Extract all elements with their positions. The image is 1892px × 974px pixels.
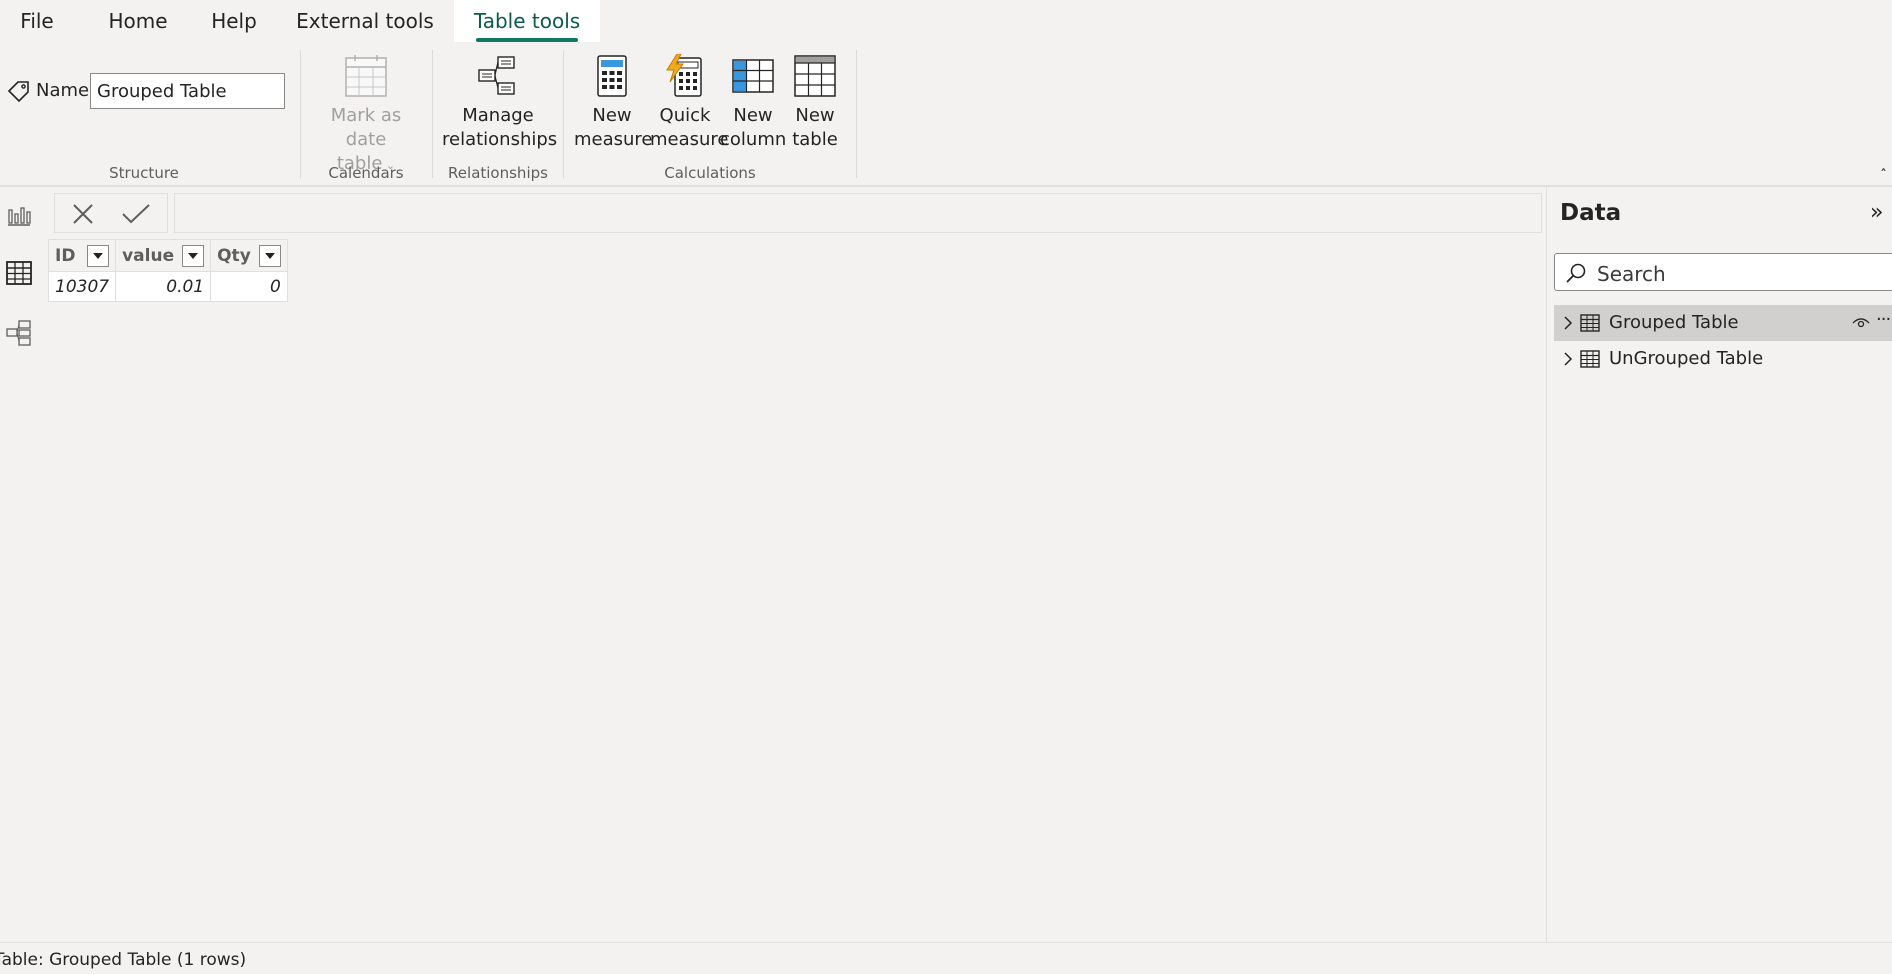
chevron-right-icon[interactable] bbox=[1562, 316, 1574, 330]
menu-bar: File Home Help External tools Table tool… bbox=[0, 0, 1892, 44]
search-icon bbox=[1566, 263, 1586, 283]
dropdown-arrow-icon[interactable] bbox=[258, 244, 281, 267]
pane-divider bbox=[1546, 187, 1547, 943]
quick-measure-icon bbox=[666, 54, 702, 97]
quick-measure-label-1: Quick bbox=[659, 105, 711, 126]
calculator-icon bbox=[597, 55, 627, 97]
manage-label-1: Manage bbox=[462, 105, 534, 126]
checkmark-icon[interactable] bbox=[121, 202, 151, 226]
table-cell[interactable]: 0.01 bbox=[115, 271, 212, 302]
ribbon-border bbox=[0, 185, 1892, 187]
table-list-item-ungrouped[interactable]: UnGrouped Table bbox=[1554, 341, 1892, 377]
new-measure-label-2: measure bbox=[574, 129, 653, 150]
data-grid: ID value Qty 10307 0.01 0 bbox=[47, 239, 288, 302]
new-table-button[interactable]: New table bbox=[786, 54, 844, 152]
new-column-icon bbox=[732, 59, 774, 93]
more-options-icon[interactable]: ··· bbox=[1876, 309, 1891, 330]
new-column-label-2: column bbox=[720, 129, 787, 150]
table-cell[interactable]: 10307 bbox=[47, 271, 117, 302]
new-measure-button[interactable]: New measure bbox=[574, 54, 653, 152]
formula-input[interactable] bbox=[174, 193, 1542, 233]
column-header-qty[interactable]: Qty bbox=[210, 239, 288, 272]
calendar-table-icon bbox=[345, 55, 387, 97]
ribbon-divider bbox=[300, 50, 301, 178]
mark-as-date-label-1: Mark as date bbox=[330, 105, 402, 150]
column-header-id[interactable]: ID bbox=[47, 239, 117, 272]
manage-relationships-button[interactable]: Manage relationships bbox=[442, 54, 558, 152]
expand-pane-icon[interactable]: » bbox=[1870, 200, 1883, 225]
manage-label-2: relationships bbox=[442, 129, 558, 150]
table-icon bbox=[1580, 314, 1600, 332]
chevron-right-icon[interactable] bbox=[1562, 352, 1574, 366]
table-icon bbox=[1580, 350, 1600, 368]
table-row[interactable]: 10307 0.01 0 bbox=[47, 271, 288, 302]
menu-file[interactable]: File bbox=[8, 0, 66, 42]
table-list-label: UnGrouped Table bbox=[1609, 348, 1764, 369]
column-header-label: value bbox=[122, 245, 175, 266]
table-view-icon[interactable] bbox=[5, 259, 33, 287]
group-label-structure: Structure bbox=[109, 164, 179, 182]
new-column-button[interactable]: New column bbox=[720, 54, 786, 152]
table-name-input[interactable] bbox=[90, 73, 285, 109]
quick-measure-button[interactable]: Quick measure bbox=[650, 54, 729, 152]
group-label-calculations: Calculations bbox=[664, 164, 756, 182]
status-bar-text: Table: Grouped Table (1 rows) bbox=[0, 950, 247, 970]
menu-home[interactable]: Home bbox=[96, 0, 180, 42]
model-view-icon[interactable] bbox=[5, 319, 33, 347]
new-table-icon bbox=[794, 55, 836, 97]
group-label-calendars: Calendars bbox=[328, 164, 404, 182]
dropdown-arrow-icon[interactable] bbox=[87, 244, 110, 267]
close-icon[interactable] bbox=[71, 202, 95, 226]
new-table-label-1: New bbox=[795, 105, 835, 126]
new-measure-label-1: New bbox=[592, 105, 632, 126]
column-header-value[interactable]: value bbox=[115, 239, 212, 272]
search-placeholder: Search bbox=[1597, 262, 1666, 286]
ribbon-divider bbox=[563, 50, 564, 178]
group-label-relationships: Relationships bbox=[448, 164, 548, 182]
ribbon-divider bbox=[856, 50, 857, 178]
grid-header-row: ID value Qty bbox=[47, 239, 288, 272]
quick-measure-label-2: measure bbox=[650, 129, 729, 150]
mark-as-date-table-button[interactable]: Mark as date table ⌄ bbox=[312, 54, 420, 178]
search-input[interactable]: Search bbox=[1554, 253, 1892, 291]
manage-relationships-icon bbox=[478, 56, 515, 95]
table-cell[interactable]: 0 bbox=[210, 271, 288, 302]
table-list-label: Grouped Table bbox=[1609, 312, 1739, 333]
ribbon-divider bbox=[432, 50, 433, 178]
menu-table-tools[interactable]: Table tools bbox=[454, 0, 600, 42]
table-list-item-grouped[interactable]: Grouped Table ··· bbox=[1554, 305, 1892, 341]
data-pane-title: Data bbox=[1560, 200, 1622, 226]
new-column-label-1: New bbox=[733, 105, 773, 126]
column-header-label: ID bbox=[55, 245, 76, 266]
tag-icon bbox=[7, 81, 29, 103]
eye-icon[interactable] bbox=[1852, 317, 1870, 329]
formula-buttons bbox=[54, 193, 168, 233]
collapse-ribbon-icon[interactable]: ˆ bbox=[1880, 168, 1887, 184]
menu-external-tools[interactable]: External tools bbox=[290, 0, 440, 42]
report-view-icon[interactable] bbox=[5, 200, 33, 228]
dropdown-arrow-icon[interactable] bbox=[182, 244, 205, 267]
status-bar-border bbox=[0, 942, 1892, 943]
menu-help[interactable]: Help bbox=[200, 0, 268, 42]
column-header-label: Qty bbox=[217, 245, 251, 266]
new-table-label-2: table bbox=[792, 129, 838, 150]
ribbon: Name Structure Mark as date table ⌄ Cale… bbox=[0, 44, 1892, 186]
name-label: Name bbox=[36, 80, 90, 101]
